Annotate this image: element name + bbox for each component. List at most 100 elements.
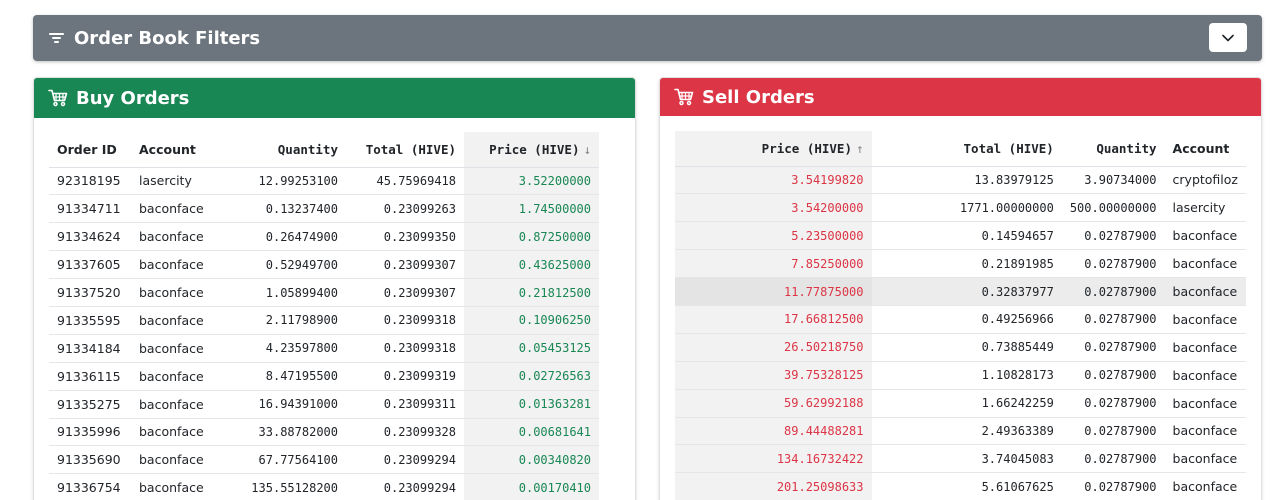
order-id-cell: 91337520 (49, 278, 131, 307)
quantity-cell: 8.47195500 (226, 362, 346, 391)
total-cell: 0.23099318 (346, 334, 464, 363)
price-cell: 0.01363281 (464, 390, 599, 419)
order-book-filters-header[interactable]: Order Book Filters (33, 15, 1262, 61)
sell-col-account[interactable]: Account (1164, 131, 1246, 167)
quantity-cell: 0.02787900 (1061, 472, 1165, 500)
buy-order-row[interactable]: 91334711 baconface 0.13237400 0.23099263 1.7… (49, 194, 599, 224)
quantity-cell: 67.77564100 (226, 445, 346, 475)
price-cell: 134.16732422 (675, 444, 872, 474)
sell-order-row[interactable]: 39.75328125 1.10828173 0.02787900 baconface (675, 361, 1246, 390)
sell-order-row[interactable]: 3.54199820 13.83979125 3.90734000 cryptofil… (675, 166, 1246, 195)
order-id-cell: 91336115 (49, 362, 131, 391)
price-cell: 0.43625000 (464, 250, 599, 280)
order-id-cell: 91334711 (49, 194, 131, 224)
sell-col-quantity[interactable]: Quantity (1061, 131, 1165, 167)
total-cell: 0.49256966 (871, 305, 1062, 334)
sell-order-row[interactable]: 11.77875000 0.32837977 0.02787900 baconface (675, 277, 1246, 306)
buy-order-row[interactable]: 91337520 baconface 1.05899400 0.23099307 0.2… (49, 278, 599, 307)
account-cell: baconface (131, 194, 226, 224)
account-cell: baconface (1164, 389, 1246, 418)
quantity-cell: 0.02787900 (1061, 305, 1165, 334)
account-cell: baconface (1164, 249, 1246, 279)
filter-icon (49, 31, 65, 45)
buy-order-row[interactable]: 91336754 baconface 135.55128200 0.23099294 0… (49, 473, 599, 500)
quantity-cell: 0.02787900 (1061, 277, 1165, 306)
account-cell: baconface (1164, 277, 1246, 306)
account-cell: baconface (1164, 417, 1246, 446)
account-cell: lasercity (131, 167, 226, 196)
quantity-cell: 0.02787900 (1061, 361, 1165, 390)
sell-orders-table: Price (HIVE) ↑ Total (HIVE) Quantity Acco… (675, 131, 1246, 500)
sell-order-row[interactable]: 7.85250000 0.21891985 0.02787900 baconface (675, 249, 1246, 279)
sell-order-row[interactable]: 59.62992188 1.66242259 0.02787900 baconface (675, 389, 1246, 418)
buy-header-row: Order ID Account Quantity Total (HIVE) P… (49, 132, 599, 168)
quantity-cell: 0.13237400 (226, 194, 346, 224)
buy-order-row[interactable]: 91334184 baconface 4.23597800 0.23099318 0.0… (49, 334, 599, 363)
total-cell: 0.73885449 (871, 333, 1062, 362)
sell-header-row: Price (HIVE) ↑ Total (HIVE) Quantity Acco… (675, 131, 1246, 167)
price-cell: 3.54200000 (675, 193, 872, 223)
buy-col-order-id[interactable]: Order ID (49, 132, 131, 168)
total-cell: 0.23099307 (346, 250, 464, 280)
account-cell: baconface (1164, 333, 1246, 362)
price-cell: 3.52200000 (464, 167, 599, 196)
total-cell: 13.83979125 (871, 166, 1062, 195)
order-id-cell: 92318195 (49, 167, 131, 196)
order-id-cell: 91334624 (49, 222, 131, 252)
total-cell: 0.23099307 (346, 278, 464, 307)
buy-col-price[interactable]: Price (HIVE) ↓ (464, 132, 599, 168)
sell-order-row[interactable]: 17.66812500 0.49256966 0.02787900 baconface (675, 305, 1246, 334)
total-cell: 1771.00000000 (871, 193, 1062, 223)
quantity-cell: 0.26474900 (226, 222, 346, 252)
sell-orders-panel: Sell Orders Price (HIVE) ↑ Total (HIVE) Q… (659, 77, 1262, 500)
total-cell: 2.49363389 (871, 417, 1062, 446)
buy-col-total[interactable]: Total (HIVE) (346, 132, 464, 168)
sell-order-row[interactable]: 89.44488281 2.49363389 0.02787900 baconface (675, 417, 1246, 446)
price-cell: 0.05453125 (464, 334, 599, 363)
buy-orders-panel: Buy Orders Order ID Account Quantity Tot… (33, 77, 636, 500)
order-id-cell: 91334184 (49, 334, 131, 363)
sort-asc-icon: ↑ (855, 140, 864, 156)
buy-order-row[interactable]: 91335690 baconface 67.77564100 0.23099294 0.… (49, 445, 599, 475)
sell-order-row[interactable]: 134.16732422 3.74045083 0.02787900 baconfac… (675, 444, 1246, 474)
account-cell: baconface (1164, 472, 1246, 500)
account-cell: lasercity (1164, 193, 1246, 223)
buy-orders-table-wrap: Order ID Account Quantity Total (HIVE) P… (49, 132, 620, 500)
sell-order-row[interactable]: 5.23500000 0.14594657 0.02787900 baconface (675, 221, 1246, 251)
account-cell: baconface (1164, 221, 1246, 251)
buy-order-row[interactable]: 91336115 baconface 8.47195500 0.23099319 0.0… (49, 362, 599, 391)
account-cell: cryptofiloz (1164, 166, 1246, 195)
order-id-cell: 91335275 (49, 390, 131, 419)
quantity-cell: 2.11798900 (226, 306, 346, 335)
buy-order-row[interactable]: 91337605 baconface 0.52949700 0.23099307 0.4… (49, 250, 599, 280)
quantity-cell: 135.55128200 (226, 473, 346, 500)
buy-order-row[interactable]: 91335595 baconface 2.11798900 0.23099318 0.1… (49, 306, 599, 335)
sell-col-total[interactable]: Total (HIVE) (871, 131, 1062, 167)
buy-col-quantity[interactable]: Quantity (226, 132, 346, 168)
account-cell: baconface (131, 306, 226, 335)
sell-orders-table-wrap: Price (HIVE) ↑ Total (HIVE) Quantity Acco… (675, 131, 1246, 500)
price-cell: 7.85250000 (675, 249, 872, 279)
sell-order-row[interactable]: 201.25098633 5.61067625 0.02787900 baconfac… (675, 472, 1246, 500)
buy-order-row[interactable]: 91335996 baconface 33.88782000 0.23099328 0.… (49, 418, 599, 447)
price-cell: 0.21812500 (464, 278, 599, 307)
price-cell: 89.44488281 (675, 417, 872, 446)
total-cell: 3.74045083 (871, 444, 1062, 474)
cart-icon (674, 88, 694, 106)
buy-col-account[interactable]: Account (131, 132, 226, 168)
sell-order-row[interactable]: 3.54200000 1771.00000000 500.00000000 laser… (675, 193, 1246, 223)
account-cell: baconface (131, 222, 226, 252)
account-cell: baconface (131, 473, 226, 500)
buy-order-row[interactable]: 91334624 baconface 0.26474900 0.23099350 0.8… (49, 222, 599, 252)
filters-toggle-button[interactable] (1209, 23, 1247, 52)
sell-col-price[interactable]: Price (HIVE) ↑ (675, 131, 872, 167)
account-cell: baconface (131, 390, 226, 419)
quantity-cell: 12.99253100 (226, 167, 346, 196)
quantity-cell: 0.02787900 (1061, 333, 1165, 362)
total-cell: 1.10828173 (871, 361, 1062, 390)
price-cell: 0.10906250 (464, 306, 599, 335)
buy-order-row[interactable]: 91335275 baconface 16.94391000 0.23099311 0.… (49, 390, 599, 419)
price-cell: 39.75328125 (675, 361, 872, 390)
sell-order-row[interactable]: 26.50218750 0.73885449 0.02787900 baconface (675, 333, 1246, 362)
buy-order-row[interactable]: 92318195 lasercity 12.99253100 45.75969418 3… (49, 167, 599, 196)
